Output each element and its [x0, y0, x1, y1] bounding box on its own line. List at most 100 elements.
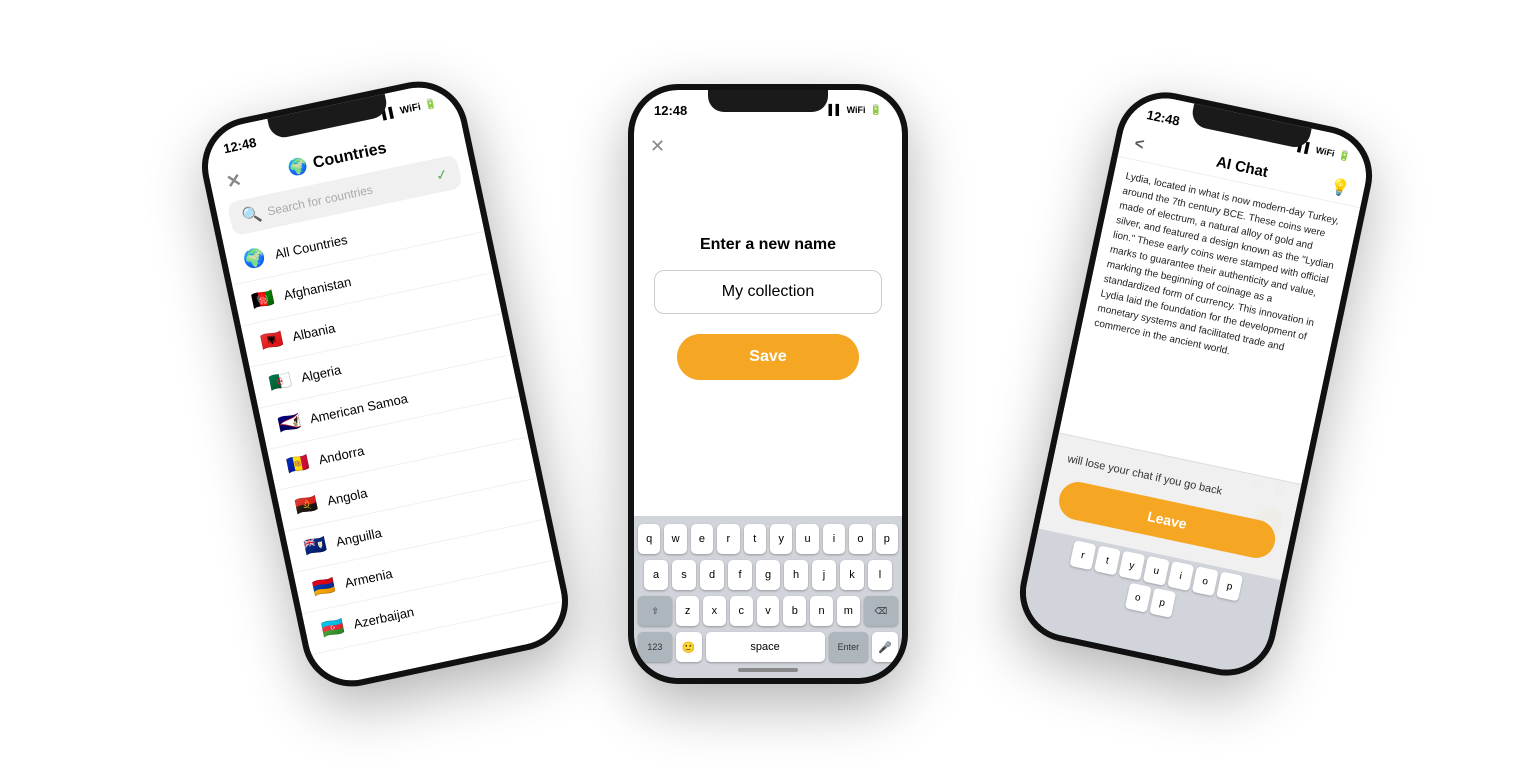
- search-placeholder: Search for countries: [266, 182, 374, 218]
- scene: 12:48 ▌▌ WiFi 🔋 ✕ 🌍 Countries 🔍 Search f…: [0, 0, 1536, 768]
- key-d[interactable]: d: [700, 560, 724, 590]
- all-countries-label: All Countries: [274, 232, 349, 262]
- keyboard-row-2: a s d f g h j k l: [638, 560, 898, 590]
- key-c[interactable]: c: [730, 596, 753, 626]
- country-name-american-samoa: American Samoa: [308, 391, 409, 426]
- keyboard: q w e r t y u i o p a s d f g h: [634, 516, 902, 678]
- bulb-icon: 💡: [1328, 175, 1352, 199]
- search-checkmark: ✓: [434, 165, 449, 184]
- country-name-andorra: Andorra: [317, 443, 365, 467]
- key-space[interactable]: space: [706, 632, 825, 662]
- key-m[interactable]: m: [837, 596, 860, 626]
- key-g[interactable]: g: [756, 560, 780, 590]
- country-name-anguilla: Anguilla: [335, 525, 383, 549]
- pkey-y[interactable]: y: [1118, 551, 1145, 581]
- phone-right: 12:48 ▌▌ WiFi 🔋 < AI Chat 💡 Lydia, locat…: [1011, 83, 1382, 685]
- pkey-p[interactable]: p: [1216, 571, 1243, 601]
- key-r[interactable]: r: [717, 524, 739, 554]
- key-t[interactable]: t: [744, 524, 766, 554]
- keyboard-row-bottom: 123 🙂 space Enter 🎤: [638, 632, 898, 662]
- collection-name-value: My collection: [722, 283, 814, 300]
- status-icons-center: ▌▌ WiFi 🔋: [828, 105, 882, 116]
- flag-azerbaijan: 🇦🇿: [320, 616, 346, 641]
- phone-right-screen: 12:48 ▌▌ WiFi 🔋 < AI Chat 💡 Lydia, locat…: [1018, 90, 1375, 678]
- home-bar-center: [738, 668, 798, 672]
- phone-left-screen: 12:48 ▌▌ WiFi 🔋 ✕ 🌍 Countries 🔍 Search f…: [200, 79, 570, 688]
- key-n[interactable]: n: [810, 596, 833, 626]
- notch-center: [708, 90, 828, 112]
- ai-chat-title: AI Chat: [1215, 154, 1270, 182]
- country-name-angola: Angola: [326, 485, 369, 508]
- keyboard-row-1: q w e r t y u i o p: [638, 524, 898, 554]
- search-icon: 🔍: [240, 203, 264, 227]
- flag-albania: 🇦🇱: [259, 328, 285, 353]
- pkey-o2[interactable]: o: [1124, 583, 1151, 613]
- ai-chat-content: Lydia, located in what is now modern-day…: [1059, 157, 1360, 482]
- flag-afghanistan: 🇦🇫: [250, 287, 276, 312]
- key-x[interactable]: x: [703, 596, 726, 626]
- save-button[interactable]: Save: [677, 334, 859, 380]
- name-entry-input[interactable]: My collection: [654, 270, 882, 314]
- time-center: 12:48: [654, 103, 687, 118]
- flag-american-samoa: 🇦🇸: [276, 411, 302, 436]
- key-backspace[interactable]: ⌫: [864, 596, 898, 626]
- flag-angola: 🇦🇴: [294, 493, 320, 518]
- key-l[interactable]: l: [868, 560, 892, 590]
- key-z[interactable]: z: [676, 596, 699, 626]
- key-h[interactable]: h: [784, 560, 808, 590]
- globe-icon: 🌍: [286, 156, 310, 180]
- ai-chat-text: Lydia, located in what is now modern-day…: [1093, 171, 1340, 357]
- key-e[interactable]: e: [691, 524, 713, 554]
- key-f[interactable]: f: [728, 560, 752, 590]
- key-k[interactable]: k: [840, 560, 864, 590]
- pkey-r[interactable]: r: [1069, 540, 1096, 570]
- close-name-entry-button[interactable]: ✕: [650, 136, 665, 157]
- flag-armenia: 🇦🇲: [311, 575, 337, 600]
- flag-algeria: 🇩🇿: [267, 370, 293, 395]
- key-shift[interactable]: ⇧: [638, 596, 672, 626]
- country-name-albania: Albania: [291, 320, 337, 344]
- keyboard-row-3: ⇧ z x c v b n m ⌫: [638, 596, 898, 626]
- key-q[interactable]: q: [638, 524, 660, 554]
- key-y[interactable]: y: [770, 524, 792, 554]
- key-return[interactable]: Enter: [829, 632, 869, 662]
- pkey-p2[interactable]: p: [1149, 588, 1176, 618]
- key-a[interactable]: a: [644, 560, 668, 590]
- name-entry-label: Enter a new name: [700, 236, 836, 254]
- status-icons-right: ▌▌ WiFi 🔋: [1297, 141, 1352, 163]
- pkey-i[interactable]: i: [1167, 561, 1194, 591]
- country-name-algeria: Algeria: [300, 362, 343, 385]
- key-j[interactable]: j: [812, 560, 836, 590]
- name-entry-content: Enter a new name My collection Save: [634, 126, 902, 420]
- key-u[interactable]: u: [796, 524, 818, 554]
- pkey-o[interactable]: o: [1192, 566, 1219, 596]
- close-countries-button[interactable]: ✕: [224, 169, 243, 193]
- key-v[interactable]: v: [757, 596, 780, 626]
- globe-flag-icon: 🌍: [241, 246, 267, 271]
- key-mic[interactable]: 🎤: [872, 632, 898, 662]
- flag-anguilla: 🇦🇮: [302, 534, 328, 559]
- back-button[interactable]: <: [1133, 135, 1146, 155]
- pkey-t[interactable]: t: [1094, 545, 1121, 575]
- key-o[interactable]: o: [849, 524, 871, 554]
- phone-left: 12:48 ▌▌ WiFi 🔋 ✕ 🌍 Countries 🔍 Search f…: [193, 72, 578, 695]
- pkey-u[interactable]: u: [1143, 556, 1170, 586]
- countries-title: Countries: [311, 140, 388, 173]
- key-b[interactable]: b: [783, 596, 806, 626]
- countries-list: 🌍 All Countries 🇦🇫 Afghanistan 🇦🇱 Albani…: [223, 191, 563, 655]
- time-right: 12:48: [1146, 107, 1182, 129]
- key-i[interactable]: i: [823, 524, 845, 554]
- status-icons-left: ▌▌ WiFi 🔋: [381, 98, 438, 120]
- key-emoji[interactable]: 🙂: [676, 632, 702, 662]
- time-left: 12:48: [222, 134, 258, 156]
- country-name-afghanistan: Afghanistan: [282, 274, 352, 303]
- key-123[interactable]: 123: [638, 632, 672, 662]
- key-s[interactable]: s: [672, 560, 696, 590]
- key-w[interactable]: w: [664, 524, 686, 554]
- phone-center-screen: 12:48 ▌▌ WiFi 🔋 ✕ Enter a new name My co…: [634, 90, 902, 678]
- flag-andorra: 🇦🇩: [285, 452, 311, 477]
- country-name-azerbaijan: Azerbaijan: [352, 604, 415, 631]
- phone-center: 12:48 ▌▌ WiFi 🔋 ✕ Enter a new name My co…: [628, 84, 908, 684]
- country-name-armenia: Armenia: [343, 566, 393, 591]
- key-p[interactable]: p: [876, 524, 898, 554]
